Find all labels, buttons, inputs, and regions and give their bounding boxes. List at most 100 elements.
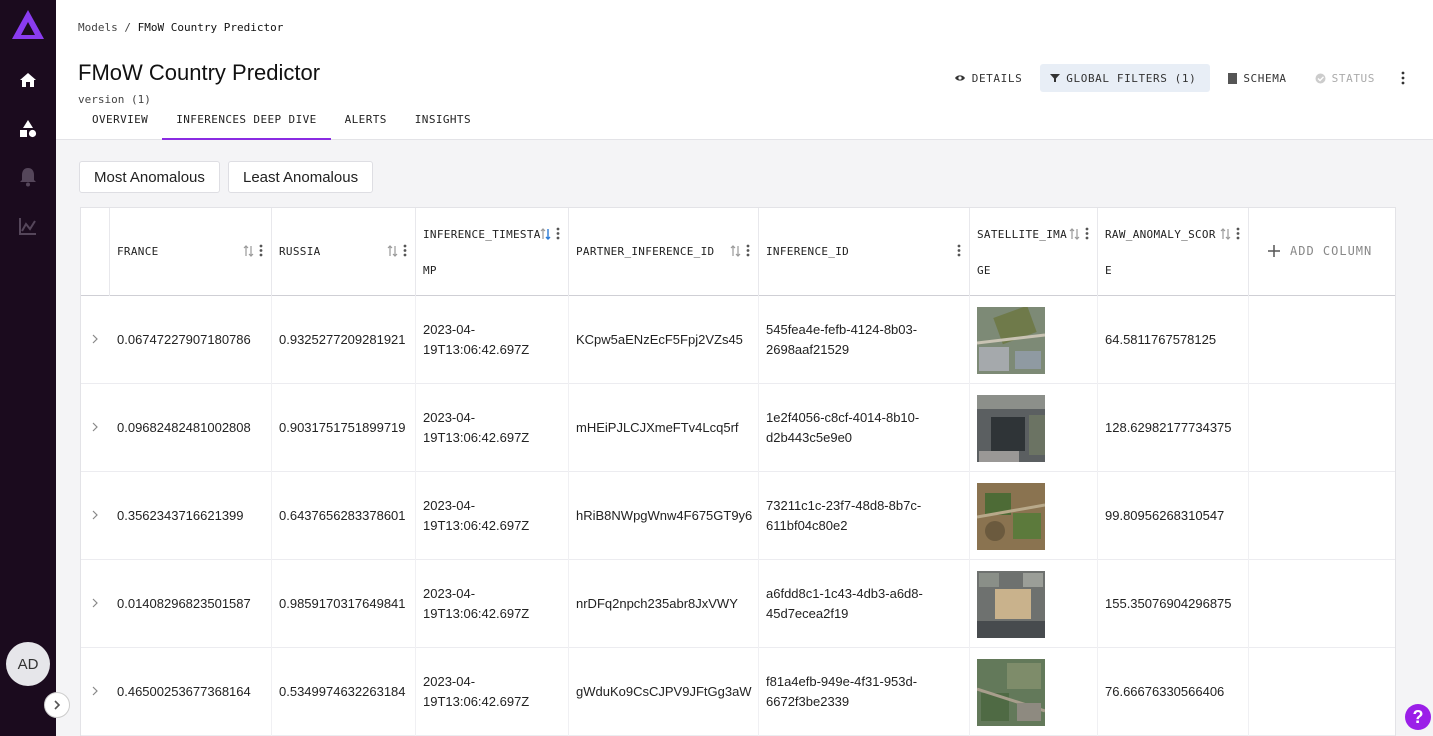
satellite-image-cell [970,384,1098,472]
avatar[interactable]: AD [6,642,50,686]
column-menu-icon[interactable] [259,244,263,257]
arize-logo[interactable] [10,8,46,42]
global-filters-button[interactable]: GLOBAL FILTERS (1) [1040,64,1211,92]
column-header-satellite-image[interactable]: SATELLITE_IMA GE [970,208,1098,296]
table-row[interactable]: 0.46500253677368164 0.5349974632263184 2… [81,648,1395,736]
column-header-partner-inference-id[interactable]: PARTNER_INFERENCE_ID [569,208,759,296]
satellite-image-cell [970,560,1098,648]
table-row[interactable]: 0.3562343716621399 0.6437656283378601 20… [81,472,1395,560]
inference-id-part1: f81a4efb-949e-4f31-953d- [766,674,918,689]
timestamp-time: 19T13:06:42.697Z [423,430,530,445]
timestamp-date: 2023-04- [423,498,476,513]
column-header-russia[interactable]: RUSSIA [272,208,416,296]
column-label: SATELLITE_IMA [977,228,1067,241]
table-row[interactable]: 0.06747227907180786 0.9325277209281921 2… [81,296,1395,384]
model-version[interactable]: version (1) [78,93,151,106]
breadcrumb-models-link[interactable]: Models [78,21,118,34]
column-header-inference-id[interactable]: INFERENCE_ID [759,208,970,296]
france-cell: 0.46500253677368164 [110,648,272,736]
column-label: RUSSIA [279,245,321,258]
column-menu-icon[interactable] [957,244,961,257]
column-header-inference-timestamp[interactable]: INFERENCE_TIMESTA MP [416,208,569,296]
column-label: INFERENCE_TIMESTA [423,228,541,241]
inference-id-part2: 2698aaf21529 [766,342,850,357]
global-filters-label: GLOBAL FILTERS (1) [1066,71,1197,85]
breadcrumb-current: FMoW Country Predictor [137,21,284,34]
chevron-right-icon[interactable] [91,334,99,344]
france-cell: 0.3562343716621399 [110,472,272,560]
timestamp-time: 19T13:06:42.697Z [423,606,530,621]
timestamp-time: 19T13:06:42.697Z [423,518,530,533]
tab-overview[interactable]: OVERVIEW [78,106,162,140]
inference-id-part2: d2b443c5e9e0 [766,430,853,445]
column-menu-icon[interactable] [403,244,407,257]
partner-id-cell: mHEiPJLCJXmeFTv4Lcq5rf [569,384,759,472]
column-menu-icon[interactable] [1236,227,1240,240]
chevron-right-icon[interactable] [91,598,99,608]
schema-icon [1228,72,1238,84]
timestamp-cell: 2023-04- 19T13:06:42.697Z [416,296,569,384]
more-options-icon[interactable] [1393,71,1413,85]
schema-label: SCHEMA [1243,71,1287,85]
satellite-image-thumbnail[interactable] [977,658,1045,726]
satellite-image-thumbnail[interactable] [977,482,1045,550]
chevron-right-icon[interactable] [91,422,99,432]
column-controls [1069,227,1089,240]
details-button[interactable]: DETAILS [944,64,1033,92]
column-controls [1220,227,1240,240]
home-icon[interactable] [16,68,40,92]
sidebar: AD [0,0,56,736]
column-controls [957,244,961,257]
raw-anomaly-score-cell: 76.66676330566406 [1098,648,1249,736]
inference-id-part1: 1e2f4056-c8cf-4014-8b10- [766,410,920,425]
schema-button[interactable]: SCHEMA [1218,64,1296,92]
chevron-right-icon [54,700,61,710]
column-label-continued: E [1105,264,1112,277]
partner-id-cell: hRiB8NWpgWnw4F675GT9y6 [569,472,759,560]
sort-icon[interactable] [1069,227,1080,240]
russia-cell: 0.9325277209281921 [272,296,416,384]
column-menu-icon[interactable] [746,244,750,257]
chevron-right-icon[interactable] [91,510,99,520]
models-icon[interactable] [16,117,40,141]
sort-icon[interactable] [387,244,398,257]
most-anomalous-button[interactable]: Most Anomalous [79,161,220,193]
inference-id-cell: 1e2f4056-c8cf-4014-8b10- d2b443c5e9e0 [759,384,970,472]
satellite-image-cell [970,472,1098,560]
column-header-france[interactable]: FRANCE [110,208,272,296]
column-label: INFERENCE_ID [766,245,850,258]
column-controls [730,244,750,257]
russia-cell: 0.6437656283378601 [272,472,416,560]
timestamp-cell: 2023-04- 19T13:06:42.697Z [416,472,569,560]
column-header-raw-anomaly-score[interactable]: RAW_ANOMALY_SCOR E [1098,208,1249,296]
table-row[interactable]: 0.01408296823501587 0.9859170317649841 2… [81,560,1395,648]
check-circle-icon [1315,73,1326,83]
sort-icon[interactable] [730,244,741,257]
expand-sidebar-button[interactable] [44,692,70,718]
expand-column-header [81,208,110,296]
sort-icon[interactable] [243,244,254,257]
tab-insights[interactable]: INSIGHTS [401,106,485,140]
help-button[interactable]: ? [1405,704,1431,730]
sort-descending-icon[interactable] [540,227,551,240]
table-row[interactable]: 0.09682482481002808 0.9031751751899719 2… [81,384,1395,472]
add-column-button[interactable]: ADD COLUMN [1268,244,1372,258]
inference-id-cell: 73211c1c-23f7-48d8-8b7c- 611bf04c80e2 [759,472,970,560]
analytics-icon[interactable] [16,214,40,238]
satellite-image-thumbnail[interactable] [977,306,1045,374]
satellite-image-thumbnail[interactable] [977,570,1045,638]
satellite-image-thumbnail[interactable] [977,394,1045,462]
tab-inferences-deep-dive[interactable]: INFERENCES DEEP DIVE [162,106,332,140]
alerts-icon[interactable] [16,165,40,189]
status-button[interactable]: STATUS [1305,64,1385,92]
satellite-image-cell [970,648,1098,736]
column-menu-icon[interactable] [1085,227,1089,240]
chevron-right-icon[interactable] [91,686,99,696]
sort-icon[interactable] [1220,227,1231,240]
details-label: DETAILS [971,71,1023,85]
timestamp-date: 2023-04- [423,674,476,689]
least-anomalous-button[interactable]: Least Anomalous [228,161,374,193]
tab-alerts[interactable]: ALERTS [331,106,401,140]
status-label: STATUS [1331,71,1375,85]
column-menu-icon[interactable] [556,227,560,240]
